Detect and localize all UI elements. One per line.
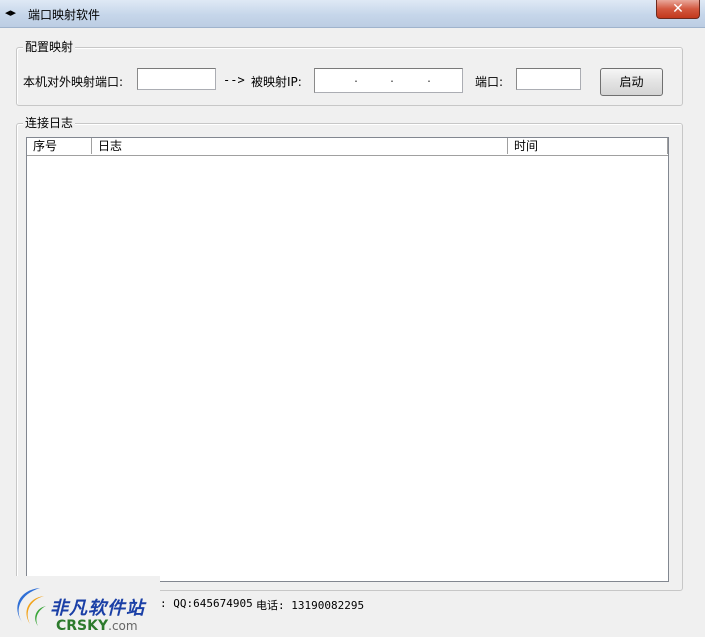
crsky-logo-icon xyxy=(17,588,46,626)
ip-separator: . xyxy=(389,74,396,85)
ip-separator: . xyxy=(353,74,360,85)
mapped-ip-label: 被映射IP: xyxy=(251,75,302,89)
window-title: 端口映射软件 xyxy=(28,8,101,22)
close-button[interactable]: ✕ xyxy=(656,0,700,19)
watermark: 非凡软件站 CRSKY.com xyxy=(0,576,160,637)
column-header-log[interactable]: 日志 xyxy=(92,138,508,154)
footer-phone: 电话: 13190082295 xyxy=(256,599,365,612)
log-group-legend: 连接日志 xyxy=(23,116,76,130)
app-icon: ◂▸ xyxy=(5,6,17,19)
watermark-en-main: CRSKY xyxy=(56,618,109,634)
log-list[interactable]: 序号 日志 时间 xyxy=(26,137,669,582)
watermark-en-suffix: .com xyxy=(108,619,138,633)
title-bar[interactable]: ◂▸ 端口映射软件 ✕ xyxy=(0,0,705,28)
arrow-text: --> xyxy=(223,73,245,87)
watermark-cn: 非凡软件站 xyxy=(50,598,145,619)
mapped-ip-input[interactable]: . . . xyxy=(314,68,463,93)
port-input[interactable] xyxy=(516,68,581,90)
close-icon: ✕ xyxy=(672,1,684,17)
column-header-time[interactable]: 时间 xyxy=(508,138,668,154)
local-port-label: 本机对外映射端口: xyxy=(23,75,124,89)
start-button[interactable]: 启动 xyxy=(600,68,663,96)
log-list-header: 序号 日志 时间 xyxy=(27,138,668,156)
local-port-input[interactable] xyxy=(137,68,216,90)
footer-qq: : QQ:645674905 xyxy=(160,597,253,610)
port-label: 端口: xyxy=(475,75,504,89)
column-header-index[interactable]: 序号 xyxy=(27,138,92,154)
ip-separator: . xyxy=(426,74,433,85)
watermark-en: CRSKY.com xyxy=(56,618,138,634)
config-group-legend: 配置映射 xyxy=(23,40,76,54)
